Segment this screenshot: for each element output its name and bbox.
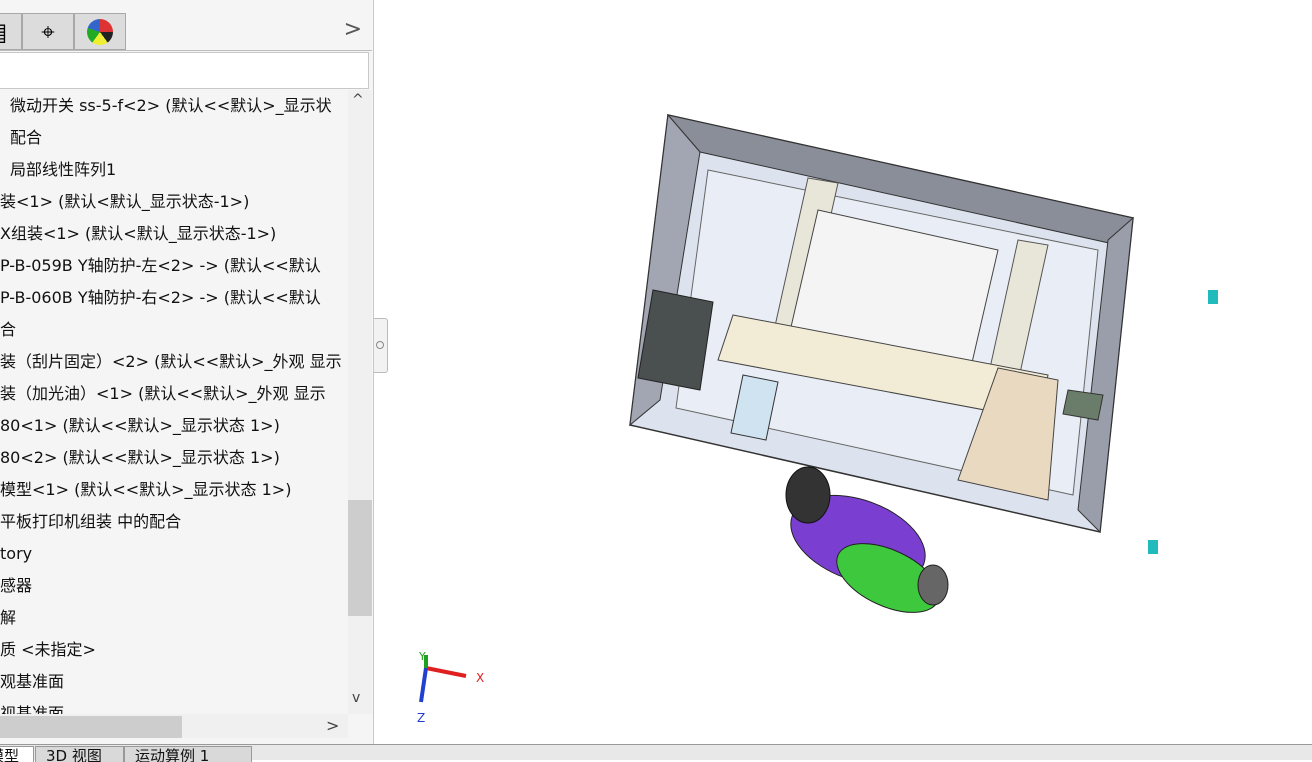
tree-item[interactable]: 装<1> (默认<默认_显示状态-1>) (0, 186, 348, 218)
tree-item[interactable]: 微动开关 ss-5-f<2> (默认<<默认>_显示状 (0, 90, 348, 122)
bottom-tab-bar: 模型 3D 视图 运动算例 1 (0, 744, 1312, 762)
tree-item[interactable]: 感器 (0, 570, 348, 602)
tree-item[interactable]: P-B-060B Y轴防护-右<2> -> (默认<<默认 (0, 282, 348, 314)
tree-item[interactable]: 质 <未指定> (0, 634, 348, 666)
view-triad: X Y Z (417, 650, 484, 725)
panel-collapse-handle[interactable] (374, 318, 388, 373)
tree-item[interactable]: P-B-059B Y轴防护-左<2> -> (默认<<默认 (0, 250, 348, 282)
scroll-up-icon[interactable]: ^ (352, 92, 364, 108)
model-render: X Y Z (417, 113, 1218, 725)
panel-tab-bar: ▤ ⌖ > (0, 13, 372, 51)
z-axis-label: Z (417, 711, 425, 725)
tree-item[interactable]: 配合 (0, 122, 348, 154)
tree-filter-input[interactable] (0, 52, 369, 89)
tree-item[interactable]: 平板打印机组装 中的配合 (0, 506, 348, 538)
tab-config-manager[interactable]: ⌖ (22, 13, 74, 50)
z-axis-arrow (419, 667, 428, 703)
more-tabs-chevron-icon[interactable]: > (344, 17, 362, 42)
tree-item[interactable]: 80<2> (默认<<默认>_显示状态 1>) (0, 442, 348, 474)
crosshair-icon: ⌖ (41, 17, 55, 46)
tree-item[interactable]: tory (0, 538, 348, 570)
tree-item[interactable]: X组装<1> (默认<默认_显示状态-1>) (0, 218, 348, 250)
property-manager-icon: ▤ (0, 18, 7, 46)
appearance-ball-icon (87, 18, 113, 45)
tab-property-manager[interactable]: ▤ (0, 13, 22, 50)
feature-tree: 微动开关 ss-5-f<2> (默认<<默认>_显示状 配合 局部线性阵列1 装<1>… (0, 90, 348, 714)
tree-item[interactable]: 80<1> (默认<<默认>_显示状态 1>) (0, 410, 348, 442)
scroll-right-icon[interactable]: > (326, 716, 339, 735)
x-axis-arrow (425, 666, 467, 678)
tree-vertical-scrollbar[interactable]: ^ v (348, 90, 372, 714)
vertical-scroll-thumb[interactable] (348, 500, 372, 616)
tree-item[interactable]: 观基准面 (0, 666, 348, 698)
graphics-viewport[interactable]: X Y Z (388, 0, 1312, 744)
horizontal-scroll-thumb[interactable] (0, 716, 182, 738)
tree-item[interactable]: 装（加光油）<1> (默认<<默认>_外观 显示 (0, 378, 348, 410)
tree-item[interactable]: 解 (0, 602, 348, 634)
tree-item[interactable]: 装（刮片固定）<2> (默认<<默认>_外观 显示 (0, 346, 348, 378)
tree-item[interactable]: 模型<1> (默认<<默认>_显示状态 1>) (0, 474, 348, 506)
tree-horizontal-scrollbar[interactable]: > (0, 714, 348, 738)
x-axis-label: X (476, 671, 484, 685)
printer-machine-model (629, 113, 1218, 554)
feature-manager-panel: ▤ ⌖ > 微动开关 ss-5-f<2> (默认<<默认>_显示状配合局部线性阵… (0, 0, 374, 745)
scroll-down-icon[interactable]: v (352, 690, 360, 706)
tab-display-manager[interactable] (74, 13, 126, 50)
y-axis-label: Y (418, 650, 426, 663)
tree-item[interactable]: 局部线性阵列1 (0, 154, 348, 186)
tree-item[interactable]: 合 (0, 314, 348, 346)
tree-item[interactable]: 视基准面 (0, 698, 348, 714)
